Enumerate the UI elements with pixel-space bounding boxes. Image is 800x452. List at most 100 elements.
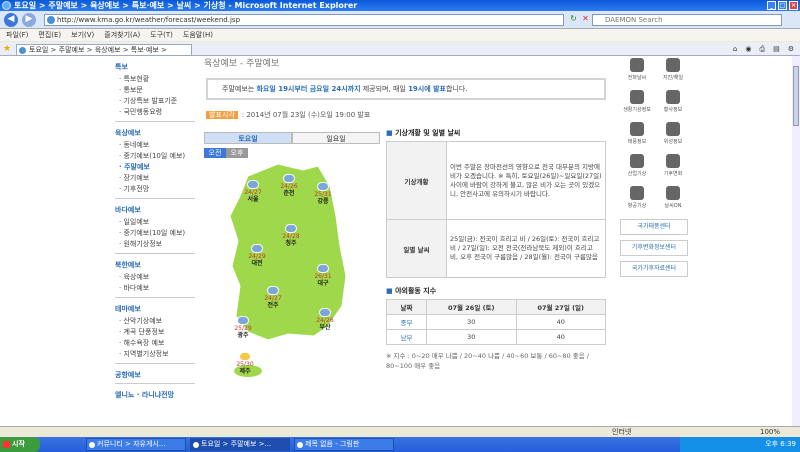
nav-item[interactable]: 기후전망 (115, 184, 195, 195)
nav-item[interactable]: 장기예보 (115, 173, 195, 184)
service-link[interactable]: 지진/해일 (656, 56, 690, 86)
service-label: 생활기상정보 (623, 107, 651, 113)
nav-item[interactable]: 바다예보 (115, 283, 195, 294)
menu-view[interactable]: 보기(V) (71, 29, 94, 41)
tools-menu-icon[interactable]: ⚙ (788, 43, 794, 55)
service-link[interactable]: 태풍정보 (620, 120, 654, 150)
nav-item[interactable]: 기상특보 발표기준 (115, 96, 195, 107)
service-label: 기후변화 (663, 171, 683, 177)
sun-cloud-icon (239, 352, 251, 361)
tab-sunday[interactable]: 일요일 (292, 132, 380, 144)
task-button-active[interactable]: 토요일 > 주말예보 >... (190, 438, 290, 451)
close-icon[interactable]: × (789, 1, 798, 10)
refresh-icon[interactable]: ↻ (568, 14, 579, 25)
zoom-level[interactable]: 100% (760, 427, 780, 437)
nav-item[interactable]: 중기예보(10일 예보) (115, 228, 195, 239)
menu-tools[interactable]: 도구(T) (150, 29, 173, 41)
menu-edit[interactable]: 편집(E) (38, 29, 61, 41)
nav-section-title[interactable]: 육상예보 (115, 128, 195, 138)
stop-icon[interactable]: ✕ (580, 14, 591, 25)
page-menu-icon[interactable]: ▤ (773, 43, 780, 55)
nav-item[interactable]: 특보현황 (115, 74, 195, 85)
nav-item[interactable]: 일일예보 (115, 217, 195, 228)
city-jeonju[interactable]: 24/27 전주 (260, 286, 286, 309)
scroll-thumb[interactable] (793, 66, 799, 126)
nav-item[interactable]: 원해기상정보 (115, 239, 195, 250)
service-link[interactable]: 위성정보 (656, 120, 690, 150)
nav-item[interactable]: 통보문 (115, 85, 195, 96)
city-temp: 26/31 (314, 273, 332, 280)
nav-item[interactable]: 산악기상예보 (115, 316, 195, 327)
back-icon[interactable]: ◀ (4, 13, 18, 27)
rain-icon (251, 244, 263, 253)
city-temp: 25/29 (234, 325, 252, 332)
home-icon[interactable]: ⌂ (733, 43, 737, 55)
service-link[interactable]: 전파날씨 (620, 56, 654, 86)
nav-item[interactable]: 지역별기상정보 (115, 349, 195, 360)
vertical-scrollbar[interactable] (792, 56, 800, 426)
city-temp: 24/28 (282, 233, 300, 240)
nav-item-active[interactable]: 주말예보 (115, 162, 195, 173)
service-link[interactable]: 생활기상정보 (620, 88, 654, 118)
city-chuncheon[interactable]: 24/26 춘천 (276, 174, 302, 197)
city-daegu[interactable]: 26/31 대구 (310, 264, 336, 287)
nav-item[interactable]: 동네예보 (115, 140, 195, 151)
nav-item[interactable]: 육상예보 (115, 272, 195, 283)
climate-center-banner[interactable]: 기후변화정보센터 (620, 240, 688, 256)
service-link[interactable]: 황사정보 (656, 88, 690, 118)
service-link[interactable]: 기후변화 (656, 152, 690, 182)
nav-item[interactable]: 해수욕장 예보 (115, 338, 195, 349)
city-gwangju[interactable]: 25/29 광주 (230, 316, 256, 339)
city-seoul[interactable]: 24/27 서울 (240, 180, 266, 203)
index-legend: ※ 지수 : 0~20 매우 나쁨 / 20~40 나쁨 / 40~60 보통 … (386, 352, 589, 370)
city-name: 대구 (317, 280, 329, 287)
clock[interactable]: 오후 6:39 (765, 440, 796, 448)
browser-tab[interactable]: 토요일 > 주말예보 > 육상예보 > 특보·예보 > (16, 44, 192, 56)
city-gangneung[interactable]: 25/31 강릉 (310, 182, 336, 205)
search-input[interactable]: DAEMON Search (592, 14, 782, 26)
rain-icon (247, 180, 259, 189)
nav-section-title[interactable]: 북한예보 (115, 260, 195, 270)
nav-section-title[interactable]: 테마예보 (115, 304, 195, 314)
feeds-icon[interactable]: ◉ (745, 43, 751, 55)
notice-highlight: 19시에 발표 (408, 85, 447, 93)
city-busan[interactable]: 24/26 부산 (312, 308, 338, 331)
forward-icon[interactable]: ▶ (22, 13, 36, 27)
address-input[interactable]: http://www.kma.go.kr/weather/forecast/we… (44, 14, 564, 26)
korea-weather-map: 24/27 서울 24/26 춘천 25/31 강릉 24/28 청주 24/29 대전 … (218, 156, 368, 386)
zone-label: 인터넷 (612, 428, 632, 436)
nav-item[interactable]: 국민행동요령 (115, 107, 195, 118)
city-daejeon[interactable]: 24/29 대전 (244, 244, 270, 267)
nav-divider (115, 297, 195, 298)
page-title: 육상예보 - 주말예보 (204, 59, 280, 69)
service-link[interactable]: 산업기상 (620, 152, 654, 182)
tab-saturday[interactable]: 토요일 (204, 132, 292, 144)
print-icon[interactable]: ⎙ (759, 43, 765, 55)
start-button[interactable]: 시작 (0, 437, 40, 452)
weather-table: 기상개황 이번 주말은 장마전선의 영향으로 전국 대부분의 지방에 비가 오겠… (386, 141, 606, 278)
menu-file[interactable]: 파일(F) (6, 29, 28, 41)
task-button[interactable]: 제목 없음 - 그림판 (294, 438, 394, 451)
climate-data-banner[interactable]: 국가기후자료센터 (620, 261, 688, 277)
typhoon-center-banner[interactable]: 국가태풍센터 (620, 219, 688, 235)
city-temp: 24/29 (248, 253, 266, 260)
nav-section-title[interactable]: 바다예보 (115, 205, 195, 215)
city-cheongju[interactable]: 24/28 청주 (278, 224, 304, 247)
service-link[interactable]: 날씨ON (656, 184, 690, 214)
region-cell: 남부 (386, 329, 427, 345)
nav-section-title[interactable]: 엘니뇨 · 라니냐전망 (115, 390, 195, 400)
task-button[interactable]: 커뮤니티 > 자유게시... (86, 438, 186, 451)
right-sidebar: 전파날씨 지진/해일 생활기상정보 황사정보 태풍정보 위성정보 산업기상 기후… (620, 56, 690, 277)
menu-help[interactable]: 도움말(H) (183, 29, 213, 41)
nav-section-title[interactable]: 공항예보 (115, 370, 195, 380)
nav-item[interactable]: 중기예보(10일 예보) (115, 151, 195, 162)
favorites-star-icon[interactable]: ★ (3, 44, 11, 54)
tab-row: ★ 토요일 > 주말예보 > 육상예보 > 특보·예보 > ⌂ ◉ ⎙ ▤ ⚙ (0, 42, 800, 56)
service-link[interactable]: 항공기상 (620, 184, 654, 214)
menu-favorites[interactable]: 즐겨찾기(A) (104, 29, 140, 41)
minimize-icon[interactable]: _ (767, 1, 776, 10)
maximize-icon[interactable]: □ (778, 1, 787, 10)
city-jeju[interactable]: 25/30 제주 (232, 352, 258, 375)
nav-item[interactable]: 계곡 단풍정보 (115, 327, 195, 338)
city-temp: 24/27 (244, 189, 262, 196)
